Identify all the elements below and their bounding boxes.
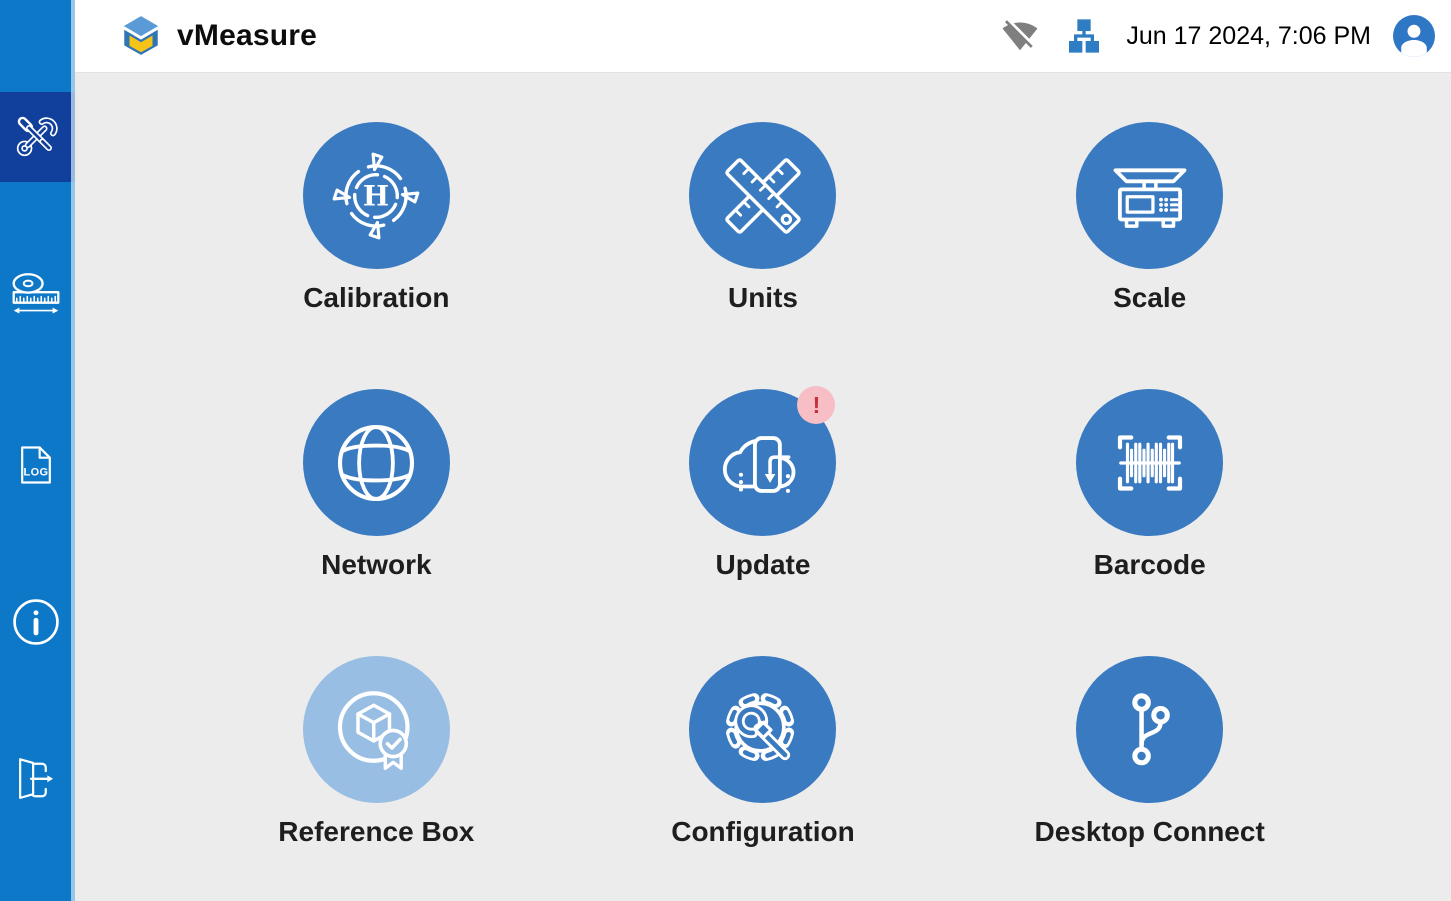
sidebar-item-measure[interactable] bbox=[0, 266, 71, 328]
units-button[interactable] bbox=[689, 122, 837, 269]
configuration-button[interactable] bbox=[689, 656, 837, 803]
update-alert-badge: ! bbox=[797, 386, 836, 424]
sidebar-item-logout[interactable] bbox=[0, 746, 71, 814]
sidebar-item-log[interactable]: LOG bbox=[0, 428, 71, 502]
tile-reference-box: Reference Box bbox=[183, 656, 570, 901]
info-icon bbox=[12, 599, 59, 645]
datetime-text: Jun 17 2024, 7:06 PM bbox=[1126, 21, 1371, 50]
settings-dashboard: H Calibration Units Scale Network ! Upda… bbox=[75, 72, 1451, 901]
sidebar-item-info[interactable] bbox=[0, 588, 71, 656]
tile-units: Units bbox=[570, 122, 957, 389]
sidebar: LOG bbox=[0, 0, 75, 901]
tile-label: Update bbox=[715, 549, 811, 580]
app-title: vMeasure bbox=[177, 19, 318, 52]
tile-update: ! Update bbox=[570, 386, 957, 656]
tile-barcode: Barcode bbox=[956, 389, 1343, 656]
app-logo-icon bbox=[118, 13, 164, 59]
tile-configuration: Configuration bbox=[570, 656, 957, 901]
calibration-target-icon: H bbox=[332, 152, 420, 239]
tile-calibration: H Calibration bbox=[183, 122, 570, 389]
update-button[interactable]: ! bbox=[689, 386, 837, 536]
log-file-icon: LOG bbox=[20, 446, 51, 484]
tile-label: Scale bbox=[1113, 282, 1187, 313]
measuring-tape-icon bbox=[12, 273, 59, 314]
tile-label: Desktop Connect bbox=[1034, 816, 1265, 847]
cloud-update-icon bbox=[722, 435, 796, 493]
tile-grid: H Calibration Units Scale Network ! Upda… bbox=[183, 72, 1343, 901]
globe-icon bbox=[338, 424, 415, 501]
calibration-button[interactable]: H bbox=[302, 122, 450, 269]
log-text: LOG bbox=[23, 467, 48, 479]
wifi-off-icon[interactable] bbox=[1002, 18, 1038, 54]
desktop-connect-button[interactable] bbox=[1076, 656, 1224, 803]
header: vMeasure Jun 17 2024, 7:06 PM bbox=[75, 0, 1451, 73]
barcode-scan-icon bbox=[1117, 434, 1182, 491]
gear-wrench-icon bbox=[725, 692, 795, 762]
tile-label: Network bbox=[321, 549, 432, 580]
barcode-button[interactable] bbox=[1076, 389, 1224, 536]
weighing-scale-icon bbox=[1113, 167, 1187, 228]
reference-box-button[interactable] bbox=[302, 656, 450, 803]
crossed-rulers-icon bbox=[725, 157, 801, 234]
tile-label: Reference Box bbox=[278, 816, 475, 847]
tile-scale: Scale bbox=[956, 122, 1343, 389]
lan-network-icon[interactable] bbox=[1064, 16, 1104, 56]
git-branch-icon bbox=[1131, 692, 1170, 765]
sidebar-item-settings[interactable] bbox=[0, 92, 75, 182]
tile-desktop-connect: Desktop Connect bbox=[956, 656, 1343, 901]
certified-box-icon bbox=[338, 690, 410, 770]
tile-label: Configuration bbox=[671, 816, 855, 847]
network-button[interactable] bbox=[302, 389, 450, 536]
logout-icon bbox=[18, 758, 53, 799]
tile-label: Units bbox=[727, 282, 798, 313]
scale-button[interactable] bbox=[1076, 122, 1224, 269]
tile-label: Barcode bbox=[1093, 549, 1206, 580]
calibration-letter: H bbox=[363, 179, 389, 212]
user-avatar[interactable] bbox=[1393, 15, 1435, 57]
tile-label: Calibration bbox=[303, 282, 450, 313]
tools-icon bbox=[16, 116, 58, 157]
tile-network: Network bbox=[183, 389, 570, 656]
